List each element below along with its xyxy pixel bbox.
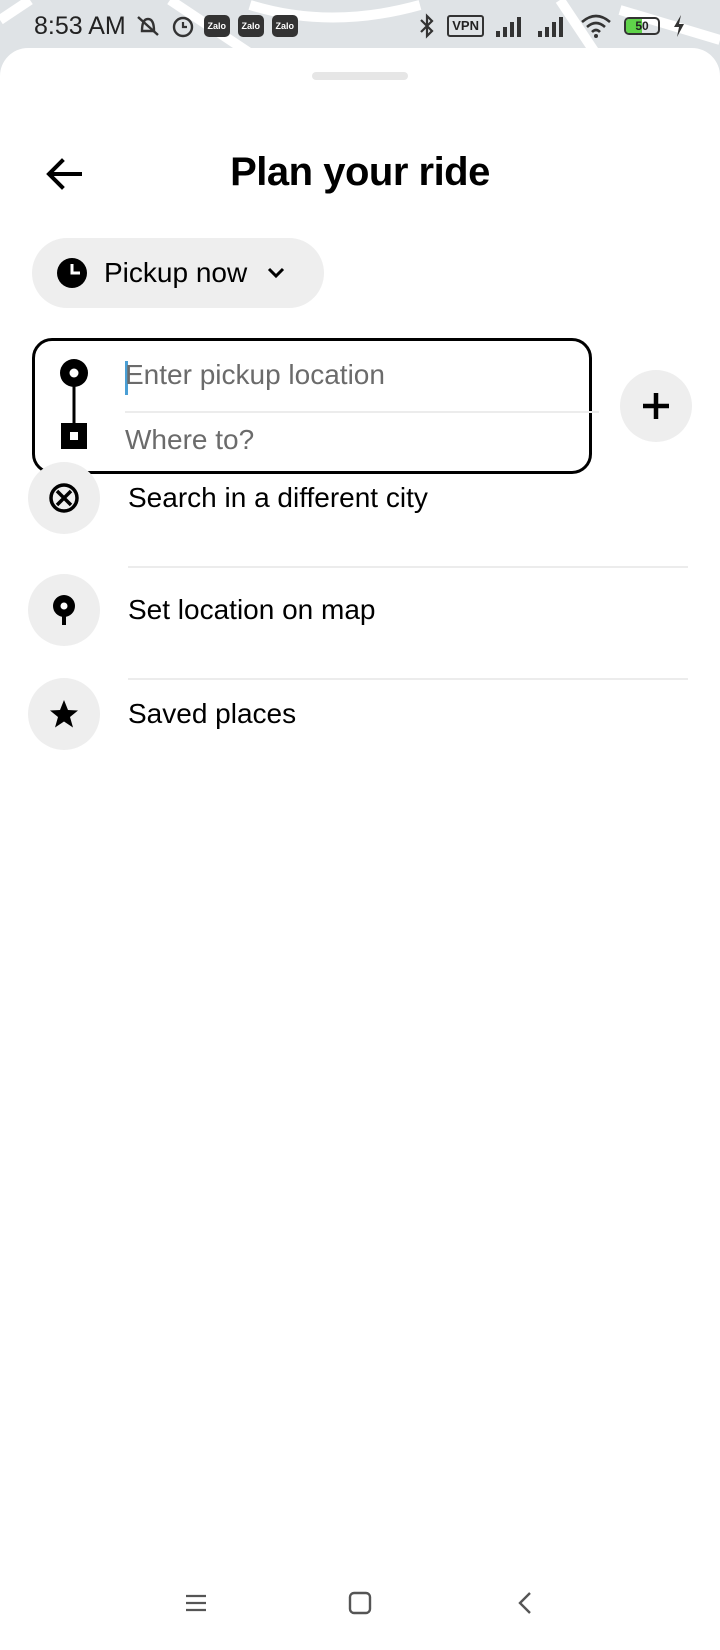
ride-planner-sheet: Plan your ride Pickup now Enter pickup l…: [0, 48, 720, 1553]
option-icon-container: [28, 462, 100, 534]
status-bar: 8:53 AM Zalo Zalo Zalo VPN 50: [0, 0, 720, 52]
menu-icon[interactable]: [182, 1589, 210, 1617]
route-indicator-icon: [60, 359, 88, 449]
charging-icon: [674, 15, 684, 37]
clock-icon: [57, 258, 87, 288]
plus-icon: [643, 393, 669, 419]
battery-level: 50: [635, 19, 649, 33]
option-icon-container: [28, 678, 100, 750]
zalo-notification-icon: Zalo: [203, 15, 230, 37]
option-search-different-city[interactable]: Search in a different city: [0, 458, 720, 568]
map-pin-icon: [53, 595, 75, 625]
option-saved-places[interactable]: Saved places: [0, 674, 720, 754]
signal-icon: [496, 17, 521, 37]
back-nav-icon[interactable]: [512, 1589, 540, 1617]
star-icon: [50, 700, 78, 728]
pickup-time-label: Pickup now: [104, 257, 248, 288]
route-input-box: Enter pickup location Where to?: [32, 338, 599, 474]
drag-handle[interactable]: [312, 72, 408, 80]
zalo-notification-icon: Zalo: [271, 15, 298, 37]
pickup-location-input[interactable]: Enter pickup location: [125, 359, 385, 391]
option-label: Saved places: [128, 698, 297, 729]
home-icon[interactable]: [346, 1589, 374, 1617]
system-navigation-bar: [0, 1553, 720, 1650]
wifi-icon: [581, 14, 611, 38]
bluetooth-icon: [420, 13, 434, 39]
status-time: 8:53 AM: [34, 11, 126, 40]
option-label: Set location on map: [128, 594, 376, 625]
chevron-down-icon: [268, 267, 285, 279]
battery-icon: 50: [624, 17, 660, 35]
page-title: Plan your ride: [230, 150, 490, 194]
route-divider: [125, 411, 599, 413]
divider: [128, 566, 688, 568]
pickup-time-selector[interactable]: Pickup now: [32, 238, 324, 308]
add-stop-button[interactable]: [620, 370, 692, 442]
signal-icon: [538, 17, 563, 37]
alarm-icon: [172, 16, 193, 38]
globe-icon: [49, 483, 79, 513]
destination-input[interactable]: Where to?: [125, 424, 254, 456]
option-label: Search in a different city: [128, 482, 428, 513]
option-icon-container: [28, 574, 100, 646]
option-set-location-on-map[interactable]: Set location on map: [0, 570, 720, 680]
vpn-icon: VPN: [447, 15, 484, 37]
mute-icon: [136, 16, 159, 36]
zalo-notification-icon: Zalo: [237, 15, 264, 37]
